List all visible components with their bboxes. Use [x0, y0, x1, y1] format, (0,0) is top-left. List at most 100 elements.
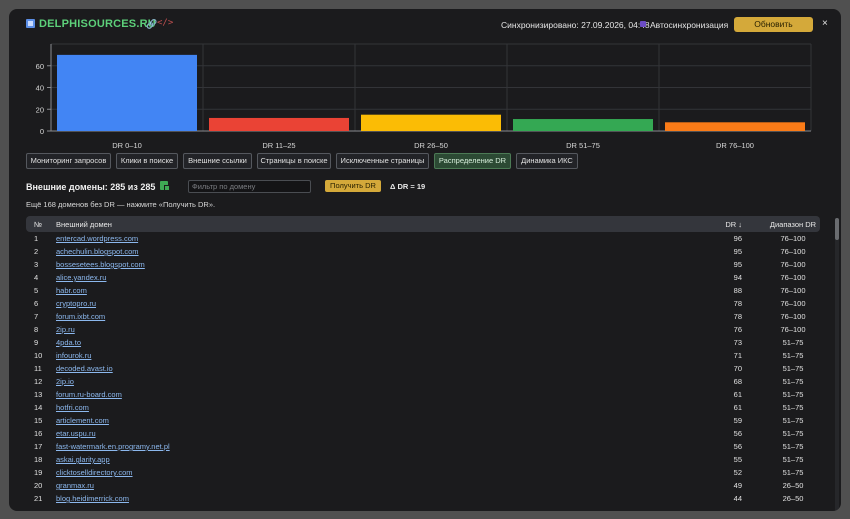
- table-row: 7 forum.ixbt.com 78 76–100: [26, 310, 820, 323]
- table-row: 4 alice.yandex.ru 94 76–100: [26, 271, 820, 284]
- domain-link[interactable]: 2ip.io: [56, 377, 74, 386]
- col-dr-sort[interactable]: DR ↓: [725, 220, 742, 229]
- table-row: 14 hotfri.com 61 51–75: [26, 401, 820, 414]
- domain-link[interactable]: hotfri.com: [56, 403, 89, 412]
- dr-range: 76–100: [780, 286, 806, 295]
- col-domain: Внешний домен: [56, 220, 112, 229]
- dr-range: 51–75: [782, 442, 804, 451]
- tab-6[interactable]: Распределение DR: [434, 153, 511, 169]
- row-number: 21: [34, 494, 43, 503]
- tab-5[interactable]: Исключенные страницы: [336, 153, 429, 169]
- dr-value: 78: [733, 299, 742, 308]
- dr-range: 76–100: [780, 260, 806, 269]
- delta-dr: Δ DR = 19: [390, 182, 426, 191]
- bar-5: [665, 122, 805, 131]
- table-row: 15 articlement.com 59 51–75: [26, 414, 820, 427]
- col-range: Диапазон DR: [769, 220, 817, 229]
- dr-range: 51–75: [782, 377, 804, 386]
- excel-export-icon[interactable]: [160, 181, 170, 191]
- table-row: 6 cryptopro.ru 78 76–100: [26, 297, 820, 310]
- dr-range: 76–100: [780, 312, 806, 321]
- dr-value: 88: [733, 286, 742, 295]
- domain-link[interactable]: 2ip.ru: [56, 325, 75, 334]
- tab-3[interactable]: Внешние ссылки: [183, 153, 252, 169]
- y-tick-label: 20: [36, 105, 44, 114]
- table-row: 8 2ip.ru 76 76–100: [26, 323, 820, 336]
- domain-link[interactable]: blog.heidimerrick.com: [56, 494, 129, 503]
- sync-status: Синхронизировано: 27.09.2026, 04:48: [501, 20, 650, 30]
- site-name: DELPHISOURCES.RU: [39, 18, 156, 30]
- domain-link[interactable]: etar.uspu.ru: [56, 429, 96, 438]
- bar-1: [57, 54, 197, 131]
- dr-value: 52: [733, 468, 742, 477]
- dr-value: 76: [733, 325, 742, 334]
- row-number: 11: [34, 364, 42, 373]
- dr-range: 51–75: [782, 364, 804, 373]
- col-num: №: [34, 220, 43, 229]
- scrollbar-thumb[interactable]: [835, 218, 839, 240]
- domain-link[interactable]: articlement.com: [56, 416, 109, 425]
- close-icon[interactable]: ×: [822, 18, 828, 29]
- domain-link[interactable]: forum.ru-board.com: [56, 390, 122, 399]
- row-number: 12: [34, 377, 43, 386]
- tab-4[interactable]: Страницы в поиске: [257, 153, 331, 169]
- code-icon[interactable]: </>: [157, 18, 173, 28]
- get-dr-button[interactable]: Получить DR: [325, 180, 381, 192]
- table-row: 5 habr.com 88 76–100: [26, 284, 820, 297]
- tab-1[interactable]: Мониторинг запросов: [26, 153, 111, 169]
- domain-link[interactable]: fast-watermark.en.programy.net.pl: [56, 442, 170, 451]
- domains-table-body: 1 entercad.wordpress.com 96 76–100 2 achechul…: [26, 232, 820, 505]
- row-number: 13: [34, 390, 43, 399]
- table-scrollbar[interactable]: [835, 218, 839, 511]
- row-number: 20: [34, 481, 43, 490]
- auto-sync-label: Автосинхронизация: [650, 20, 729, 30]
- domain-link[interactable]: clicktoselldirectory.com: [56, 468, 133, 477]
- auto-sync-checkbox[interactable]: [640, 21, 646, 27]
- dr-range: 26–50: [782, 494, 804, 503]
- table-row: 11 decoded.avast.io 70 51–75: [26, 362, 820, 375]
- row-number: 18: [34, 455, 43, 464]
- x-tick-label: DR 26–50: [414, 141, 448, 149]
- domain-link[interactable]: bossesetees.blogspot.com: [56, 260, 145, 269]
- row-number: 14: [34, 403, 43, 412]
- row-number: 5: [34, 286, 39, 295]
- table-row: 9 4pda.to 73 51–75: [26, 336, 820, 349]
- table-row: 2 achechulin.blogspot.com 95 76–100: [26, 245, 820, 258]
- domain-link[interactable]: alice.yandex.ru: [56, 273, 106, 282]
- domain-link[interactable]: achechulin.blogspot.com: [56, 247, 139, 256]
- table-row: 3 bossesetees.blogspot.com 95 76–100: [26, 258, 820, 271]
- tab-2[interactable]: Клики в поиске: [116, 153, 178, 169]
- domain-link[interactable]: cryptopro.ru: [56, 299, 96, 308]
- x-tick-label: DR 11–25: [262, 141, 295, 149]
- domain-link[interactable]: decoded.avast.io: [56, 364, 113, 373]
- dr-range: 51–75: [782, 416, 804, 425]
- domain-link[interactable]: forum.ixbt.com: [56, 312, 105, 321]
- modal-header: DELPHISOURCES.RU 🔗 </> Синхронизировано:…: [9, 9, 841, 41]
- link-icon[interactable]: 🔗: [146, 19, 157, 30]
- y-tick-label: 60: [36, 62, 44, 71]
- bar-4: [513, 119, 653, 131]
- domain-link[interactable]: 4pda.to: [56, 338, 81, 347]
- dr-value: 95: [733, 260, 742, 269]
- row-number: 9: [34, 338, 39, 347]
- refresh-button[interactable]: Обновить: [734, 17, 813, 32]
- x-tick-label: DR 76–100: [716, 141, 754, 149]
- domain-filter-input[interactable]: [188, 180, 311, 193]
- dr-value: 44: [733, 494, 742, 503]
- domain-link[interactable]: infourok.ru: [56, 351, 91, 360]
- dr-range: 51–75: [782, 403, 804, 412]
- dr-value: 55: [733, 455, 742, 464]
- dr-range: 26–50: [782, 481, 804, 490]
- dr-range: 51–75: [782, 351, 804, 360]
- row-number: 15: [34, 416, 43, 425]
- tab-7[interactable]: Динамика ИКС: [516, 153, 578, 169]
- row-number: 7: [34, 312, 39, 321]
- domains-title: Внешние домены: 285 из 285: [26, 182, 156, 192]
- domain-link[interactable]: habr.com: [56, 286, 87, 295]
- domain-link[interactable]: entercad.wordpress.com: [56, 234, 138, 243]
- domain-link[interactable]: granmax.ru: [56, 481, 94, 490]
- dr-value: 59: [733, 416, 742, 425]
- y-tick-label: 40: [36, 84, 44, 93]
- table-row: 17 fast-watermark.en.programy.net.pl 56 51–…: [26, 440, 820, 453]
- domain-link[interactable]: askai.glarity.app: [56, 455, 110, 464]
